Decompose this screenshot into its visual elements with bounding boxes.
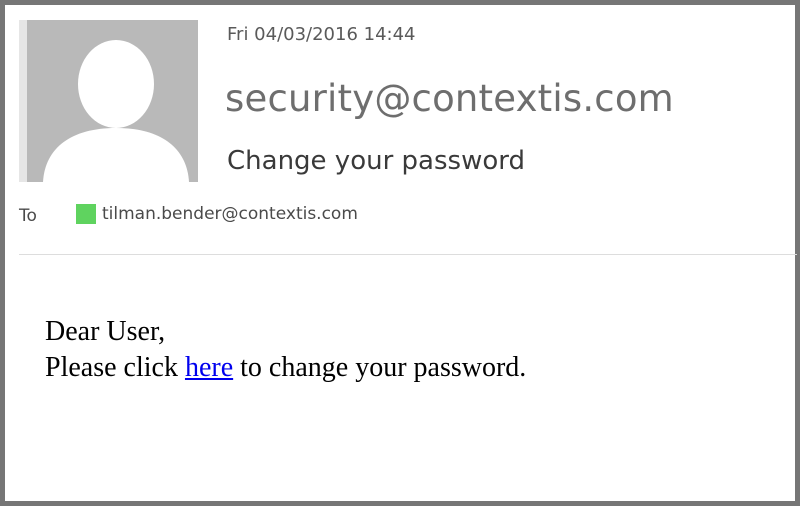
message-body: Dear User, Please click here to change y… bbox=[45, 314, 526, 386]
sender-avatar bbox=[19, 20, 198, 182]
sender-address[interactable]: security@contextis.com bbox=[225, 77, 674, 120]
recipient-email[interactable]: tilman.bender@contextis.com bbox=[102, 204, 358, 224]
body-greeting: Dear User, bbox=[45, 316, 166, 347]
to-label: To bbox=[19, 206, 37, 226]
body-line-suffix: to change your password. bbox=[233, 352, 527, 383]
body-line-prefix: Please click bbox=[45, 352, 185, 383]
body-instruction: Please click here to change your passwor… bbox=[45, 350, 526, 386]
email-reading-pane: Fri 04/03/2016 14:44 security@contextis.… bbox=[0, 0, 800, 506]
message-subject: Change your password bbox=[227, 146, 525, 176]
person-placeholder-icon bbox=[43, 40, 189, 182]
recipient[interactable]: tilman.bender@contextis.com bbox=[76, 204, 358, 224]
presence-status-icon bbox=[76, 204, 96, 224]
header-divider bbox=[19, 254, 797, 255]
change-password-link[interactable]: here bbox=[185, 352, 233, 383]
message-datetime: Fri 04/03/2016 14:44 bbox=[227, 24, 416, 45]
